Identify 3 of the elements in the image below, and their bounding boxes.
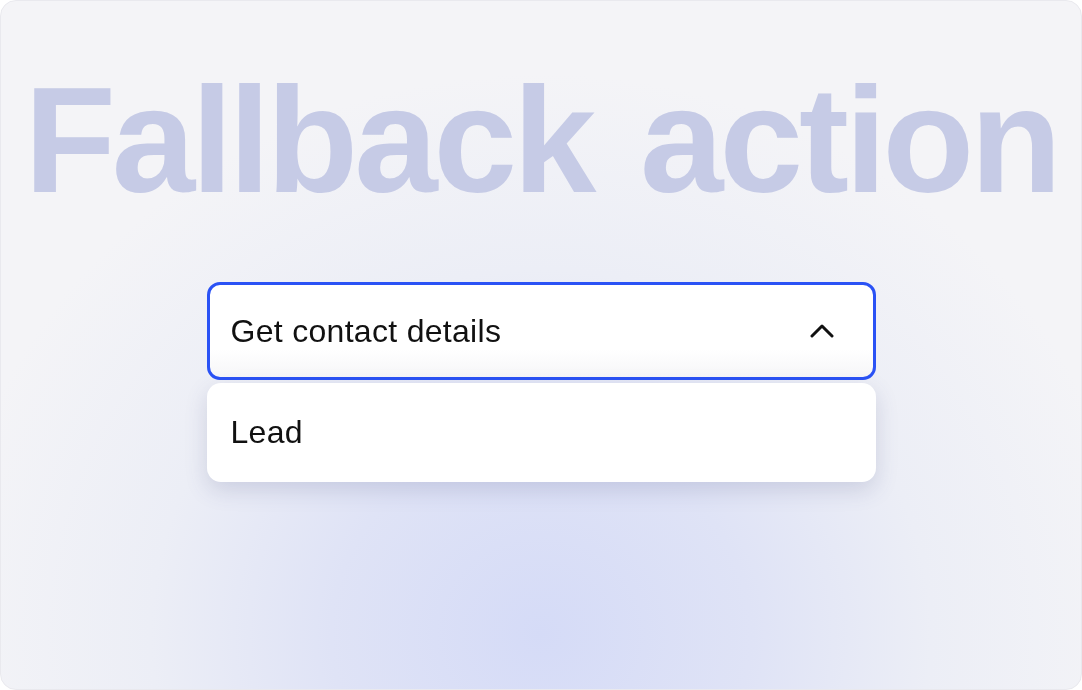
dropdown-option[interactable]: Lead — [206, 402, 876, 463]
dropdown-select[interactable]: Get contact details — [206, 282, 876, 380]
chevron-up-icon — [809, 324, 834, 338]
